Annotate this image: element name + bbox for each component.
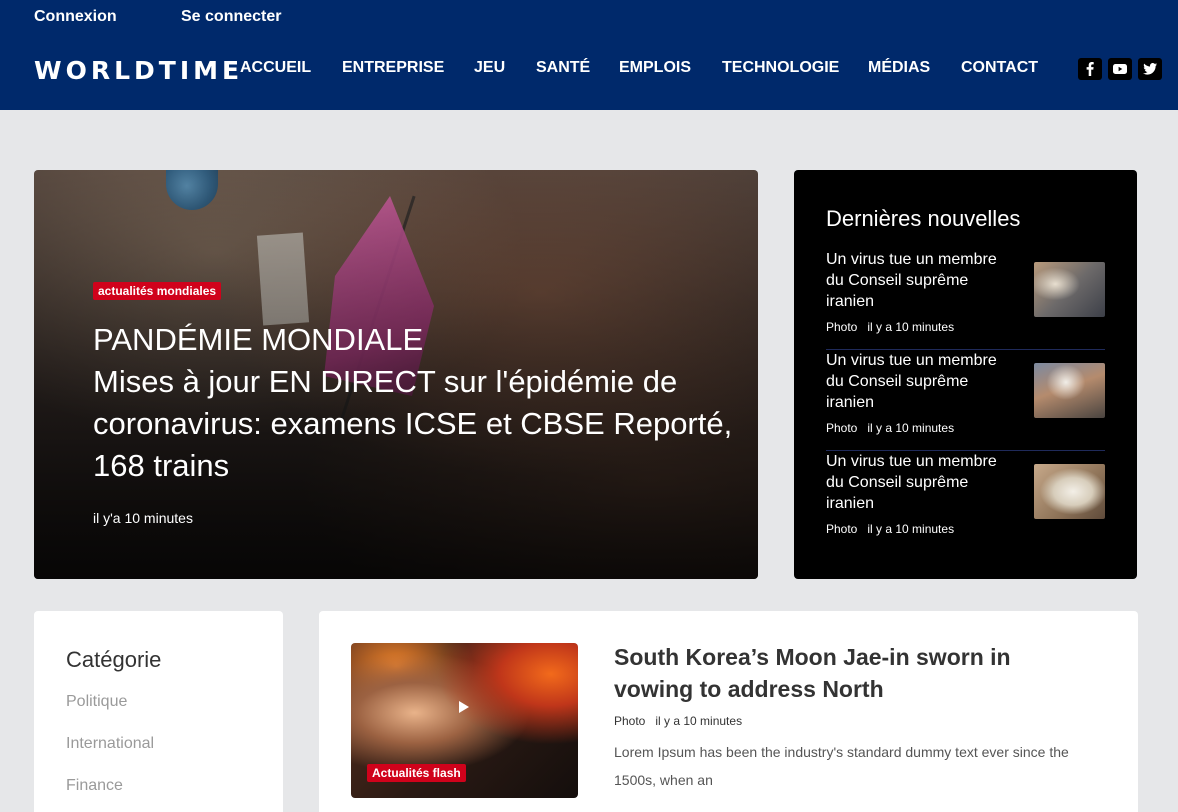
news-headline[interactable]: Un virus tue un membre du Conseil suprêm… <box>826 249 1016 312</box>
news-meta: Photo il y a 10 minutes <box>826 421 954 435</box>
twitter-icon[interactable] <box>1138 58 1162 80</box>
news-tag: Photo <box>826 320 858 334</box>
news-item[interactable]: Un virus tue un membre du Conseil suprêm… <box>826 249 1105 350</box>
nav-item-contact[interactable]: CONTACT <box>961 59 1038 77</box>
nav-item-technologie[interactable]: TECHNOLOGIE <box>722 59 839 77</box>
category-item-politique[interactable]: Politique <box>66 693 127 711</box>
hero-subtitle[interactable]: Mises à jour EN DIRECT sur l'épidémie de… <box>93 361 733 487</box>
article-title[interactable]: South Korea’s Moon Jae-in sworn in vowin… <box>614 641 1084 705</box>
latest-news-title: Dernières nouvelles <box>826 206 1021 231</box>
nav-item-entreprise[interactable]: ENTREPRISE <box>342 59 444 77</box>
article-card: Actualités flash South Korea’s Moon Jae-… <box>319 611 1138 812</box>
news-item[interactable]: Un virus tue un membre du Conseil suprêm… <box>826 350 1105 451</box>
hero-title[interactable]: PANDÉMIE MONDIALE <box>93 318 423 361</box>
news-thumbnail[interactable] <box>1034 464 1105 519</box>
latest-news-panel: Dernières nouvelles Un virus tue un memb… <box>794 170 1137 579</box>
site-logo[interactable]: WORLDTIME <box>34 56 243 85</box>
news-tag: Photo <box>826 421 858 435</box>
hero-story[interactable]: actualités mondiales PANDÉMIE MONDIALE M… <box>34 170 758 579</box>
signin-link[interactable]: Se connecter <box>181 8 281 26</box>
hero-category-badge[interactable]: actualités mondiales <box>93 282 222 300</box>
article-video-thumbnail[interactable]: Actualités flash <box>351 643 578 798</box>
nav-item-medias[interactable]: MÉDIAS <box>868 59 930 77</box>
news-time: il y a 10 minutes <box>867 522 955 536</box>
news-time: il y a 10 minutes <box>867 320 955 334</box>
news-meta: Photo il y a 10 minutes <box>826 320 954 334</box>
hero-timestamp: il y'a 10 minutes <box>93 510 193 526</box>
nav-item-emplois[interactable]: EMPLOIS <box>619 59 691 77</box>
article-time: il y a 10 minutes <box>655 714 743 728</box>
nav-item-jeu[interactable]: JEU <box>474 59 505 77</box>
news-headline[interactable]: Un virus tue un membre du Conseil suprêm… <box>826 350 1016 413</box>
article-excerpt: Lorem Ipsum has been the industry's stan… <box>614 744 1069 788</box>
nav-item-accueil[interactable]: ACCUEIL <box>240 59 311 77</box>
news-headline[interactable]: Un virus tue un membre du Conseil suprêm… <box>826 451 1016 514</box>
nav-item-sante[interactable]: SANTÉ <box>536 59 590 77</box>
category-panel: Catégorie Politique International Financ… <box>34 611 283 812</box>
article-tag: Photo <box>614 714 646 728</box>
article-meta: Photo il y a 10 minutes <box>614 714 742 728</box>
youtube-icon[interactable] <box>1108 58 1132 80</box>
news-meta: Photo il y a 10 minutes <box>826 522 954 536</box>
play-icon[interactable] <box>459 701 469 713</box>
site-header: Connexion Se connecter WORLDTIME ACCUEIL… <box>0 0 1178 110</box>
facebook-icon[interactable] <box>1078 58 1102 80</box>
category-item-finance[interactable]: Finance <box>66 777 123 795</box>
news-item[interactable]: Un virus tue un membre du Conseil suprêm… <box>826 451 1105 552</box>
category-item-international[interactable]: International <box>66 735 154 753</box>
news-thumbnail[interactable] <box>1034 262 1105 317</box>
category-title: Catégorie <box>66 647 162 672</box>
news-tag: Photo <box>826 522 858 536</box>
news-thumbnail[interactable] <box>1034 363 1105 418</box>
news-time: il y a 10 minutes <box>867 421 955 435</box>
login-link[interactable]: Connexion <box>34 8 117 26</box>
article-category-badge[interactable]: Actualités flash <box>367 764 466 782</box>
